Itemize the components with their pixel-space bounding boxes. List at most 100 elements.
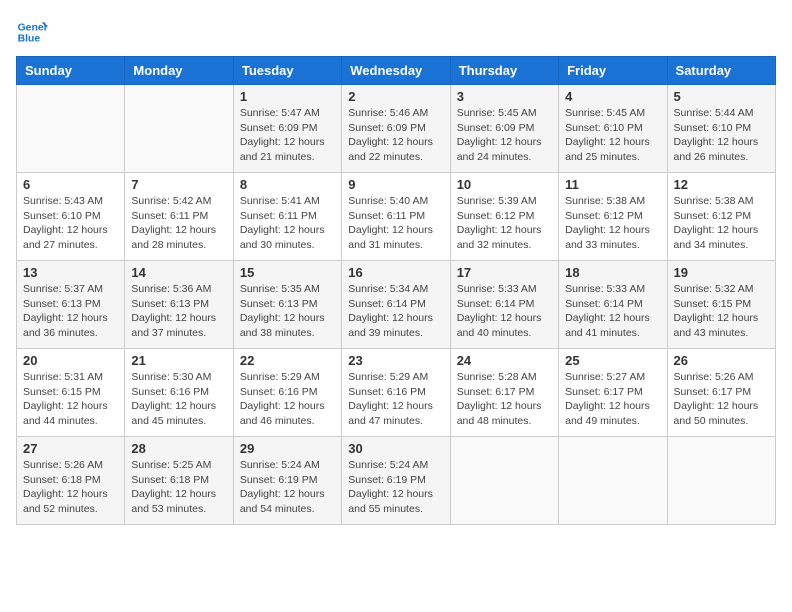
calendar-cell: 4 Sunrise: 5:45 AM Sunset: 6:10 PM Daylig…: [559, 85, 667, 173]
day-info: Sunrise: 5:33 AM Sunset: 6:14 PM Dayligh…: [565, 282, 660, 341]
day-info: Sunrise: 5:35 AM Sunset: 6:13 PM Dayligh…: [240, 282, 335, 341]
day-number: 4: [565, 89, 660, 104]
calendar-cell: 24Sunrise: 5:28 AM Sunset: 6:17 PM Dayli…: [450, 349, 558, 437]
day-number: 5: [674, 89, 769, 104]
calendar-cell: 21 Sunrise: 5:30 AM Sunset: 6:16 PM Dayli…: [125, 349, 233, 437]
day-number: 12: [674, 177, 769, 192]
calendar-cell: 26 Sunrise: 5:26 AM Sunset: 6:17 PM Dayli…: [667, 349, 775, 437]
day-info: Sunrise: 5:29 AM Sunset: 6:16 PM Dayligh…: [240, 370, 335, 429]
weekday-header-sunday: Sunday: [17, 57, 125, 85]
day-info: Sunrise: 5:47 AM Sunset: 6:09 PM Dayligh…: [240, 106, 335, 165]
day-info: Sunrise: 5:34 AM Sunset: 6:14 PM Dayligh…: [348, 282, 443, 341]
day-number: 23: [348, 353, 443, 368]
day-info: Sunrise: 5:24 AM Sunset: 6:19 PM Dayligh…: [240, 458, 335, 517]
day-number: 15: [240, 265, 335, 280]
calendar-cell: [559, 437, 667, 525]
day-info: Sunrise: 5:45 AM Sunset: 6:09 PM Dayligh…: [457, 106, 552, 165]
day-number: 22: [240, 353, 335, 368]
day-number: 21: [131, 353, 226, 368]
day-info: Sunrise: 5:25 AM Sunset: 6:18 PM Dayligh…: [131, 458, 226, 517]
calendar-cell: 19 Sunrise: 5:32 AM Sunset: 6:15 PM Dayli…: [667, 261, 775, 349]
calendar-cell: 17 Sunrise: 5:33 AM Sunset: 6:14 PM Dayli…: [450, 261, 558, 349]
day-number: 26: [674, 353, 769, 368]
day-number: 19: [674, 265, 769, 280]
day-info: Sunrise: 5:24 AM Sunset: 6:19 PM Dayligh…: [348, 458, 443, 517]
day-number: 16: [348, 265, 443, 280]
calendar-cell: 1 Sunrise: 5:47 AM Sunset: 6:09 PM Daylig…: [233, 85, 341, 173]
day-number: 1: [240, 89, 335, 104]
calendar-cell: 29 Sunrise: 5:24 AM Sunset: 6:19 PM Dayli…: [233, 437, 341, 525]
day-number: 29: [240, 441, 335, 456]
calendar-cell: 2Sunrise: 5:46 AM Sunset: 6:09 PM Daylig…: [342, 85, 450, 173]
weekday-header-wednesday: Wednesday: [342, 57, 450, 85]
weekday-header-friday: Friday: [559, 57, 667, 85]
day-info: Sunrise: 5:29 AM Sunset: 6:16 PM Dayligh…: [348, 370, 443, 429]
weekday-header-monday: Monday: [125, 57, 233, 85]
day-info: Sunrise: 5:32 AM Sunset: 6:15 PM Dayligh…: [674, 282, 769, 341]
day-info: Sunrise: 5:45 AM Sunset: 6:10 PM Dayligh…: [565, 106, 660, 165]
weekday-header-tuesday: Tuesday: [233, 57, 341, 85]
day-number: 27: [23, 441, 118, 456]
calendar-cell: 9Sunrise: 5:40 AM Sunset: 6:11 PM Daylig…: [342, 173, 450, 261]
calendar-cell: 10Sunrise: 5:39 AM Sunset: 6:12 PM Dayli…: [450, 173, 558, 261]
day-info: Sunrise: 5:26 AM Sunset: 6:17 PM Dayligh…: [674, 370, 769, 429]
day-info: Sunrise: 5:42 AM Sunset: 6:11 PM Dayligh…: [131, 194, 226, 253]
day-number: 24: [457, 353, 552, 368]
calendar-cell: 18 Sunrise: 5:33 AM Sunset: 6:14 PM Dayli…: [559, 261, 667, 349]
logo-icon: General Blue: [16, 16, 48, 48]
day-info: Sunrise: 5:37 AM Sunset: 6:13 PM Dayligh…: [23, 282, 118, 341]
calendar-cell: [667, 437, 775, 525]
svg-text:Blue: Blue: [18, 34, 41, 45]
day-info: Sunrise: 5:41 AM Sunset: 6:11 PM Dayligh…: [240, 194, 335, 253]
calendar-table: SundayMondayTuesdayWednesdayThursdayFrid…: [16, 56, 776, 525]
day-info: Sunrise: 5:44 AM Sunset: 6:10 PM Dayligh…: [674, 106, 769, 165]
day-number: 25: [565, 353, 660, 368]
calendar-week-row: 20 Sunrise: 5:31 AM Sunset: 6:15 PM Dayli…: [17, 349, 776, 437]
calendar-cell: 22 Sunrise: 5:29 AM Sunset: 6:16 PM Dayli…: [233, 349, 341, 437]
day-number: 18: [565, 265, 660, 280]
calendar-cell: 28 Sunrise: 5:25 AM Sunset: 6:18 PM Dayli…: [125, 437, 233, 525]
day-info: Sunrise: 5:39 AM Sunset: 6:12 PM Dayligh…: [457, 194, 552, 253]
calendar-cell: 11Sunrise: 5:38 AM Sunset: 6:12 PM Dayli…: [559, 173, 667, 261]
calendar-week-row: 27 Sunrise: 5:26 AM Sunset: 6:18 PM Dayli…: [17, 437, 776, 525]
calendar-cell: [450, 437, 558, 525]
day-info: Sunrise: 5:43 AM Sunset: 6:10 PM Dayligh…: [23, 194, 118, 253]
day-number: 14: [131, 265, 226, 280]
calendar-header-row: SundayMondayTuesdayWednesdayThursdayFrid…: [17, 57, 776, 85]
calendar-cell: 3 Sunrise: 5:45 AM Sunset: 6:09 PM Daylig…: [450, 85, 558, 173]
day-number: 30: [348, 441, 443, 456]
day-info: Sunrise: 5:30 AM Sunset: 6:16 PM Dayligh…: [131, 370, 226, 429]
page-header: General Blue: [16, 16, 776, 48]
calendar-cell: 16 Sunrise: 5:34 AM Sunset: 6:14 PM Dayli…: [342, 261, 450, 349]
weekday-header-thursday: Thursday: [450, 57, 558, 85]
day-number: 17: [457, 265, 552, 280]
calendar-cell: 27 Sunrise: 5:26 AM Sunset: 6:18 PM Dayli…: [17, 437, 125, 525]
day-number: 20: [23, 353, 118, 368]
day-info: Sunrise: 5:38 AM Sunset: 6:12 PM Dayligh…: [674, 194, 769, 253]
day-info: Sunrise: 5:31 AM Sunset: 6:15 PM Dayligh…: [23, 370, 118, 429]
day-number: 11: [565, 177, 660, 192]
calendar-cell: [125, 85, 233, 173]
day-number: 13: [23, 265, 118, 280]
calendar-week-row: 13 Sunrise: 5:37 AM Sunset: 6:13 PM Dayli…: [17, 261, 776, 349]
day-info: Sunrise: 5:36 AM Sunset: 6:13 PM Dayligh…: [131, 282, 226, 341]
calendar-cell: [17, 85, 125, 173]
calendar-cell: 30 Sunrise: 5:24 AM Sunset: 6:19 PM Dayli…: [342, 437, 450, 525]
calendar-cell: 13 Sunrise: 5:37 AM Sunset: 6:13 PM Dayli…: [17, 261, 125, 349]
day-info: Sunrise: 5:33 AM Sunset: 6:14 PM Dayligh…: [457, 282, 552, 341]
day-number: 28: [131, 441, 226, 456]
day-number: 3: [457, 89, 552, 104]
day-info: Sunrise: 5:26 AM Sunset: 6:18 PM Dayligh…: [23, 458, 118, 517]
calendar-cell: 12 Sunrise: 5:38 AM Sunset: 6:12 PM Dayli…: [667, 173, 775, 261]
calendar-cell: 23 Sunrise: 5:29 AM Sunset: 6:16 PM Dayli…: [342, 349, 450, 437]
calendar-cell: 6 Sunrise: 5:43 AM Sunset: 6:10 PM Daylig…: [17, 173, 125, 261]
logo: General Blue: [16, 16, 48, 48]
calendar-week-row: 6 Sunrise: 5:43 AM Sunset: 6:10 PM Daylig…: [17, 173, 776, 261]
calendar-cell: 20 Sunrise: 5:31 AM Sunset: 6:15 PM Dayli…: [17, 349, 125, 437]
calendar-week-row: 1 Sunrise: 5:47 AM Sunset: 6:09 PM Daylig…: [17, 85, 776, 173]
calendar-cell: 14 Sunrise: 5:36 AM Sunset: 6:13 PM Dayli…: [125, 261, 233, 349]
day-info: Sunrise: 5:27 AM Sunset: 6:17 PM Dayligh…: [565, 370, 660, 429]
day-number: 6: [23, 177, 118, 192]
day-info: Sunrise: 5:46 AM Sunset: 6:09 PM Dayligh…: [348, 106, 443, 165]
day-info: Sunrise: 5:40 AM Sunset: 6:11 PM Dayligh…: [348, 194, 443, 253]
